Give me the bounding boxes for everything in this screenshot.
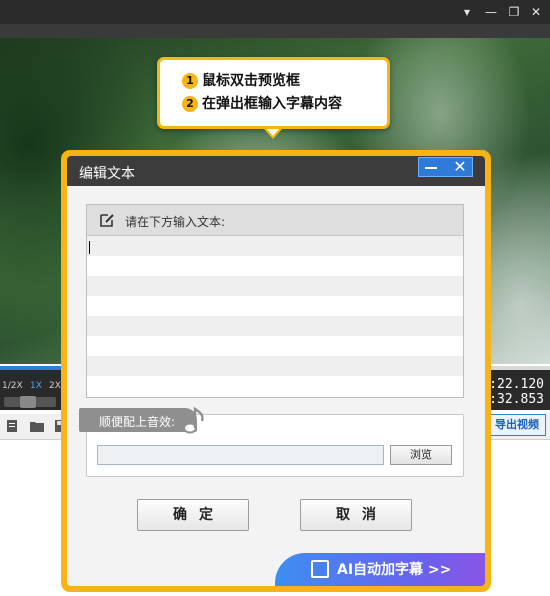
text-caret	[89, 241, 90, 254]
speed-1x[interactable]: 1X	[30, 381, 42, 391]
text-input-area[interactable]: 请在下方输入文本:	[86, 204, 464, 398]
dialog-title: 编辑文本	[79, 166, 135, 182]
ai-subtitle-icon	[311, 560, 329, 578]
screen: ▾ — ❐ ✕ 1/2X 1X 2X 0:22.120 0:32.853 导出视…	[0, 0, 550, 596]
preview-top-bar	[0, 24, 550, 38]
text-line[interactable]	[87, 236, 463, 256]
step-1-badge: 1	[182, 73, 198, 89]
text-line[interactable]	[87, 276, 463, 296]
export-video-button[interactable]: 导出视频	[488, 414, 546, 436]
sound-effect-label: 顺便配上音效:	[99, 415, 176, 429]
instruction-tooltip: 1 鼠标双击预览框 2 在弹出框输入字幕内容	[157, 57, 390, 129]
tooltip-step-1-text: 鼠标双击预览框	[202, 73, 300, 89]
app-titlebar: ▾ — ❐ ✕	[0, 0, 550, 24]
folder-icon[interactable]	[30, 420, 44, 432]
dialog-window-controls: ✕	[418, 157, 473, 177]
ai-subtitle-label: AI自动加字幕 >>	[337, 562, 452, 578]
text-line[interactable]	[87, 296, 463, 316]
restore-icon[interactable]: ❐	[505, 3, 523, 21]
speed-half[interactable]: 1/2X	[2, 381, 23, 391]
cancel-button[interactable]: 取消	[300, 499, 412, 531]
browse-button[interactable]: 浏览	[390, 445, 452, 465]
text-line[interactable]	[87, 376, 463, 396]
dialog-titlebar[interactable]: 编辑文本 ✕	[67, 156, 485, 186]
text-line[interactable]	[87, 316, 463, 336]
text-line[interactable]	[87, 256, 463, 276]
close-icon[interactable]: ✕	[527, 3, 545, 21]
minimize-icon[interactable]: —	[482, 3, 500, 21]
confirm-button[interactable]: 确定	[137, 499, 249, 531]
document-icon[interactable]	[6, 420, 20, 432]
speed-2x[interactable]: 2X	[49, 381, 61, 391]
minimize-icon[interactable]	[425, 167, 437, 169]
text-area-header: 请在下方输入文本:	[87, 205, 463, 236]
sound-file-input[interactable]	[97, 445, 384, 465]
edit-text-dialog: 编辑文本 ✕ 请在下方输入文本: 顺便配上音效: 浏览 确定 取消 AI自动加字…	[67, 156, 485, 586]
step-2-badge: 2	[182, 96, 198, 112]
text-area-prompt: 请在下方输入文本:	[125, 215, 226, 229]
ai-subtitle-button[interactable]: AI自动加字幕 >>	[275, 553, 485, 586]
dropdown-icon[interactable]: ▾	[458, 3, 476, 21]
tooltip-arrow-inner	[267, 129, 279, 136]
tooltip-step-2-text: 在弹出框输入字幕内容	[202, 96, 342, 112]
music-note-icon	[183, 406, 204, 434]
text-line[interactable]	[87, 336, 463, 356]
close-icon[interactable]: ✕	[450, 158, 470, 176]
speed-slider-knob[interactable]	[20, 396, 36, 408]
tooltip-step-1: 1 鼠标双击预览框	[182, 71, 300, 91]
tooltip-step-2: 2 在弹出框输入字幕内容	[182, 94, 342, 114]
edit-icon	[100, 214, 114, 227]
text-line[interactable]	[87, 356, 463, 376]
